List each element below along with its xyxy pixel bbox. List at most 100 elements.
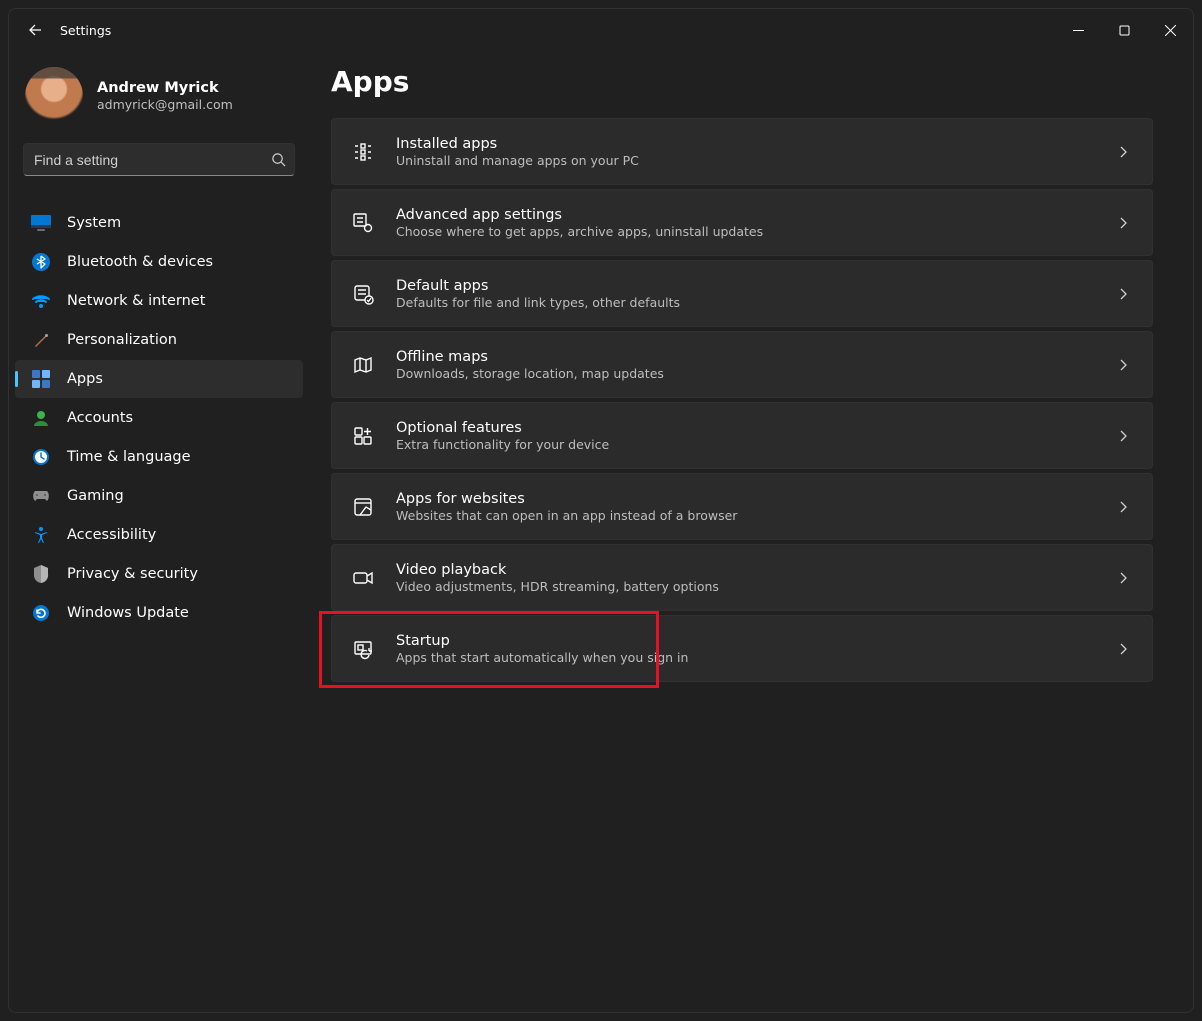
chevron-right-icon <box>1116 216 1130 230</box>
sidebar: Andrew Myrick admyrick@gmail.com <box>9 51 309 1012</box>
search-input[interactable] <box>34 152 265 168</box>
update-icon <box>31 603 51 623</box>
card-title: Installed apps <box>396 136 639 152</box>
card-desc: Websites that can open in an app instead… <box>396 508 737 523</box>
avatar <box>25 67 83 125</box>
sidebar-item-label: Gaming <box>67 488 124 504</box>
card-text: Advanced app settings Choose where to ge… <box>396 207 763 239</box>
sidebar-item-gaming[interactable]: Gaming <box>15 477 303 515</box>
chevron-right-icon <box>1116 429 1130 443</box>
card-text: Offline maps Downloads, storage location… <box>396 349 664 381</box>
search-box[interactable] <box>23 143 295 176</box>
card-desc: Apps that start automatically when you s… <box>396 650 688 665</box>
system-icon <box>31 213 51 233</box>
sidebar-item-bluetooth[interactable]: Bluetooth & devices <box>15 243 303 281</box>
apps-websites-icon <box>352 496 374 518</box>
profile[interactable]: Andrew Myrick admyrick@gmail.com <box>9 61 309 143</box>
sidebar-item-label: Accounts <box>67 410 133 426</box>
sidebar-item-accounts[interactable]: Accounts <box>15 399 303 437</box>
gaming-icon <box>31 486 51 506</box>
card-optional-features[interactable]: Optional features Extra functionality fo… <box>331 402 1153 469</box>
search-icon <box>271 152 286 167</box>
card-text: Default apps Defaults for file and link … <box>396 278 680 310</box>
card-desc: Defaults for file and link types, other … <box>396 295 680 310</box>
card-text: Installed apps Uninstall and manage apps… <box>396 136 639 168</box>
window-controls <box>1055 9 1193 51</box>
chevron-right-icon <box>1116 358 1130 372</box>
back-arrow-icon <box>27 22 43 38</box>
sidebar-item-windows-update[interactable]: Windows Update <box>15 594 303 632</box>
card-desc: Uninstall and manage apps on your PC <box>396 153 639 168</box>
sidebar-item-label: Windows Update <box>67 605 189 621</box>
sidebar-item-time[interactable]: Time & language <box>15 438 303 476</box>
sidebar-item-label: Apps <box>67 371 103 387</box>
card-desc: Downloads, storage location, map updates <box>396 366 664 381</box>
minimize-button[interactable] <box>1055 9 1101 51</box>
card-startup[interactable]: Startup Apps that start automatically wh… <box>331 615 1153 682</box>
card-title: Startup <box>396 633 688 649</box>
card-text: Video playback Video adjustments, HDR st… <box>396 562 719 594</box>
page-title: Apps <box>331 65 1153 98</box>
main-content: Apps Installed apps Uninstall and manage… <box>309 51 1193 1012</box>
nav-list: System Bluetooth & devices Network & int… <box>9 186 309 632</box>
card-title: Apps for websites <box>396 491 737 507</box>
window-body: Andrew Myrick admyrick@gmail.com <box>9 51 1193 1012</box>
maximize-button[interactable] <box>1101 9 1147 51</box>
back-button[interactable] <box>15 10 55 50</box>
card-advanced-app-settings[interactable]: Advanced app settings Choose where to ge… <box>331 189 1153 256</box>
optional-features-icon <box>352 425 374 447</box>
window-title: Settings <box>60 23 111 38</box>
sidebar-item-apps[interactable]: Apps <box>15 360 303 398</box>
card-title: Advanced app settings <box>396 207 763 223</box>
card-title: Offline maps <box>396 349 664 365</box>
card-offline-maps[interactable]: Offline maps Downloads, storage location… <box>331 331 1153 398</box>
profile-name: Andrew Myrick <box>97 80 233 96</box>
chevron-right-icon <box>1116 500 1130 514</box>
card-video-playback[interactable]: Video playback Video adjustments, HDR st… <box>331 544 1153 611</box>
profile-email: admyrick@gmail.com <box>97 97 233 112</box>
card-title: Video playback <box>396 562 719 578</box>
video-icon <box>352 567 374 589</box>
sidebar-item-label: Privacy & security <box>67 566 198 582</box>
chevron-right-icon <box>1116 287 1130 301</box>
bluetooth-icon <box>31 252 51 272</box>
card-apps-for-websites[interactable]: Apps for websites Websites that can open… <box>331 473 1153 540</box>
startup-icon <box>352 638 374 660</box>
shield-icon <box>31 564 51 584</box>
chevron-right-icon <box>1116 571 1130 585</box>
chevron-right-icon <box>1116 145 1130 159</box>
sidebar-item-network[interactable]: Network & internet <box>15 282 303 320</box>
card-desc: Extra functionality for your device <box>396 437 609 452</box>
sidebar-item-label: Network & internet <box>67 293 205 309</box>
card-text: Apps for websites Websites that can open… <box>396 491 737 523</box>
advanced-settings-icon <box>352 212 374 234</box>
accessibility-icon <box>31 525 51 545</box>
personalization-icon <box>31 330 51 350</box>
sidebar-item-accessibility[interactable]: Accessibility <box>15 516 303 554</box>
accounts-icon <box>31 408 51 428</box>
sidebar-item-label: System <box>67 215 121 231</box>
card-title: Default apps <box>396 278 680 294</box>
search-wrap <box>9 143 309 186</box>
card-text: Optional features Extra functionality fo… <box>396 420 609 452</box>
card-desc: Video adjustments, HDR streaming, batter… <box>396 579 719 594</box>
sidebar-item-system[interactable]: System <box>15 204 303 242</box>
wifi-icon <box>31 291 51 311</box>
clock-icon <box>31 447 51 467</box>
sidebar-item-label: Personalization <box>67 332 177 348</box>
settings-window: Settings Andrew Myrick admyrick@gmail.co… <box>8 8 1194 1013</box>
default-apps-icon <box>352 283 374 305</box>
close-icon <box>1165 25 1176 36</box>
card-desc: Choose where to get apps, archive apps, … <box>396 224 763 239</box>
profile-text: Andrew Myrick admyrick@gmail.com <box>97 80 233 112</box>
sidebar-item-label: Accessibility <box>67 527 156 543</box>
card-installed-apps[interactable]: Installed apps Uninstall and manage apps… <box>331 118 1153 185</box>
apps-icon <box>31 369 51 389</box>
card-title: Optional features <box>396 420 609 436</box>
maps-icon <box>352 354 374 376</box>
sidebar-item-personalization[interactable]: Personalization <box>15 321 303 359</box>
chevron-right-icon <box>1116 642 1130 656</box>
sidebar-item-privacy[interactable]: Privacy & security <box>15 555 303 593</box>
card-default-apps[interactable]: Default apps Defaults for file and link … <box>331 260 1153 327</box>
close-button[interactable] <box>1147 9 1193 51</box>
